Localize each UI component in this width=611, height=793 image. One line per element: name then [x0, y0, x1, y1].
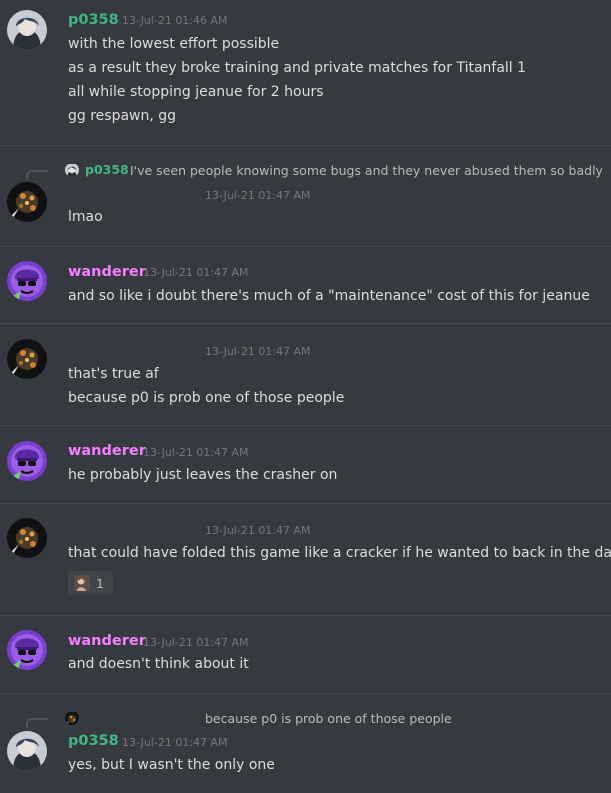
message-text: lmao: [68, 209, 103, 225]
message-text: all while stopping jeanue for 2 hours: [68, 84, 324, 100]
reply-avatar[interactable]: [65, 163, 79, 177]
avatar-user[interactable]: [7, 339, 47, 379]
reaction-button[interactable]: 1: [68, 571, 113, 595]
avatar-p0358[interactable]: [7, 10, 47, 50]
timestamp: 13-Jul-21 01:47 AM: [205, 524, 311, 537]
avatar-wanderer[interactable]: [7, 630, 47, 670]
message-group: p0358 13-Jul-21 01:46 AM with the lowest…: [0, 0, 611, 145]
message-group: wanderer 13-Jul-21 01:47 AM he probably …: [0, 426, 611, 503]
avatar-user[interactable]: [7, 182, 47, 222]
reply-avatar[interactable]: [65, 711, 79, 725]
timestamp: 13-Jul-21 01:47 AM: [143, 446, 249, 459]
message-group: wanderer 13-Jul-21 01:47 AM and so like …: [0, 247, 611, 323]
avatar-wanderer[interactable]: [7, 261, 47, 301]
username[interactable]: wanderer: [68, 633, 146, 649]
message-text: yes, but I wasn't the only one: [68, 757, 275, 773]
message-group: wanderer 13-Jul-21 01:47 AM and doesn't …: [0, 616, 611, 693]
timestamp: 13-Jul-21 01:46 AM: [122, 14, 228, 27]
reply-connector: [26, 170, 48, 180]
message-text: and doesn't think about it: [68, 656, 249, 672]
reply-preview-text[interactable]: I've seen people knowing some bugs and t…: [130, 163, 603, 178]
timestamp: 13-Jul-21 01:47 AM: [122, 736, 228, 749]
message-group: because p0 is prob one of those people p…: [0, 694, 611, 793]
username[interactable]: p0358: [68, 733, 119, 749]
timestamp: 13-Jul-21 01:47 AM: [205, 345, 311, 358]
reply-username[interactable]: p0358: [85, 162, 129, 177]
timestamp: 13-Jul-21 01:47 AM: [143, 266, 249, 279]
message-group: p0358 I've seen people knowing some bugs…: [0, 146, 611, 246]
avatar-user[interactable]: [7, 518, 47, 558]
username[interactable]: wanderer: [68, 264, 146, 280]
message-text: with the lowest effort possible: [68, 36, 280, 52]
reply-connector: [26, 718, 48, 728]
reaction-emoji-icon: [74, 575, 90, 591]
message-text: because p0 is prob one of those people: [68, 390, 345, 406]
avatar-p0358[interactable]: [7, 731, 47, 771]
message-text: that could have folded this game like a …: [68, 545, 611, 561]
username[interactable]: p0358: [68, 12, 119, 28]
timestamp: 13-Jul-21 01:47 AM: [205, 189, 311, 202]
reply-preview-text[interactable]: because p0 is prob one of those people: [205, 711, 452, 726]
username[interactable]: wanderer: [68, 443, 146, 459]
message-text: as a result they broke training and priv…: [68, 60, 527, 76]
message-text: that's true af: [68, 366, 159, 382]
message-text: he probably just leaves the crasher on: [68, 467, 338, 483]
chat-log: p0358 13-Jul-21 01:46 AM with the lowest…: [0, 0, 611, 793]
message-group: 13-Jul-21 01:47 AM that could have folde…: [0, 504, 611, 615]
avatar-wanderer[interactable]: [7, 441, 47, 481]
timestamp: 13-Jul-21 01:47 AM: [143, 636, 249, 649]
reaction-count: 1: [96, 575, 104, 591]
message-group: 13-Jul-21 01:47 AM that's true af becaus…: [0, 324, 611, 425]
message-text: gg respawn, gg: [68, 108, 177, 124]
message-text: and so like i doubt there's much of a "m…: [68, 288, 590, 304]
